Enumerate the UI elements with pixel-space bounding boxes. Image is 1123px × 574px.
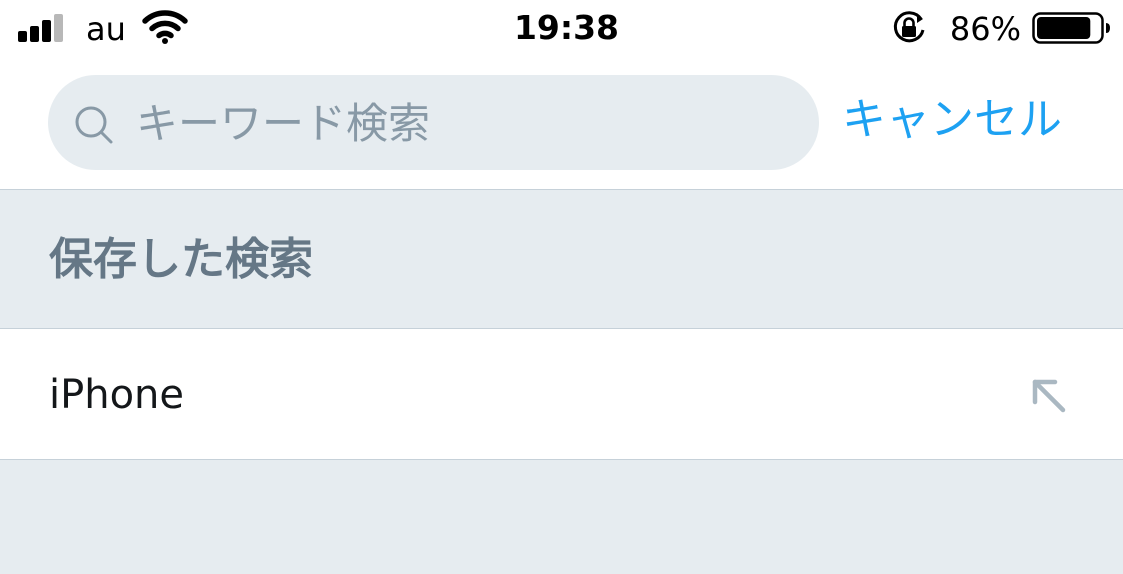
search-box[interactable]	[48, 75, 819, 170]
search-input[interactable]	[136, 95, 796, 151]
search-header: キャンセル	[0, 58, 1123, 190]
saved-search-item[interactable]: iPhone	[0, 329, 1123, 460]
saved-search-label: iPhone	[49, 372, 185, 418]
status-bar: au 19:38 86%	[0, 0, 1123, 58]
rotation-lock-icon	[893, 11, 925, 43]
search-screen: au 19:38 86% キャンセル	[0, 0, 1123, 574]
arrow-up-left-icon[interactable]	[1026, 373, 1070, 417]
battery-percent: 86%	[949, 10, 1021, 48]
battery-icon	[1032, 12, 1110, 44]
saved-searches-header: 保存した検索	[0, 190, 1123, 329]
section-title: 保存した検索	[49, 234, 313, 285]
cancel-button[interactable]: キャンセル	[842, 92, 1062, 148]
search-icon	[75, 106, 113, 144]
